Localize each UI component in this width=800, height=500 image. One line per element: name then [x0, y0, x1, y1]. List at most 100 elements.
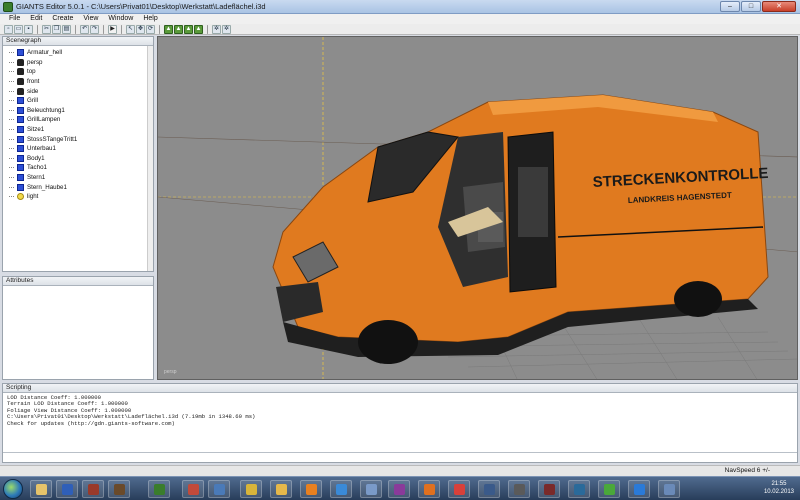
attributes-title: Attributes — [3, 277, 153, 286]
tree-connector — [9, 52, 14, 54]
scenegraph-node[interactable]: front — [9, 77, 153, 87]
snap-icon[interactable]: ✲ — [222, 24, 231, 34]
undo-icon[interactable]: ↶ — [80, 24, 89, 34]
scenegraph-node-label: light — [27, 193, 39, 201]
menu-window[interactable]: Window — [103, 14, 138, 24]
cut-icon[interactable]: ✂ — [42, 24, 51, 34]
taskbar-editor-icon[interactable] — [148, 480, 170, 498]
taskbar-monitor-icon[interactable] — [208, 480, 230, 498]
scenegraph-node-label: side — [27, 87, 39, 95]
menu-bar: File Edit Create View Window Help — [0, 14, 800, 24]
scenegraph-node-label: persp — [27, 58, 43, 66]
tree-connector — [9, 119, 14, 121]
tree-connector — [9, 186, 14, 188]
scenegraph-node[interactable]: Body1 — [9, 154, 153, 164]
start-button[interactable] — [3, 479, 23, 499]
3d-viewport[interactable]: STRECKENKONTROLLE LANDKREIS HAGENSTEDT p… — [157, 36, 798, 380]
maximize-button[interactable]: □ — [741, 1, 761, 12]
scenegraph-node[interactable]: Armatur_hell — [9, 48, 153, 58]
scenegraph-node[interactable]: persp — [9, 58, 153, 68]
taskbar-icq-icon[interactable] — [598, 480, 620, 498]
taskbar-app3-icon[interactable] — [538, 480, 560, 498]
shape-icon — [17, 97, 24, 105]
taskbar-ie-icon[interactable] — [330, 480, 352, 498]
shape-icon — [17, 164, 24, 172]
taskbar-clock[interactable]: 21:55 10.02.2013 — [764, 480, 794, 496]
minimize-button[interactable]: – — [720, 1, 740, 12]
taskbar-game-icon[interactable] — [82, 480, 104, 498]
scenegraph-node[interactable]: Tacho1 — [9, 163, 153, 173]
menu-file[interactable]: File — [4, 14, 25, 24]
scenegraph-node[interactable]: Sitze1 — [9, 125, 153, 135]
terrain-paint-icon[interactable]: ▲ — [174, 24, 183, 34]
attributes-panel: Attributes — [2, 276, 154, 380]
shape-icon — [17, 126, 24, 134]
settings-icon[interactable]: ✲ — [212, 24, 221, 34]
shape-icon — [17, 135, 24, 143]
taskbar-app-icon[interactable] — [108, 480, 130, 498]
script-command-input[interactable] — [3, 452, 797, 462]
scenegraph-node[interactable]: GrillLampen — [9, 115, 153, 125]
scenegraph-node[interactable]: Stern_Haube1 — [9, 182, 153, 192]
taskbar-teamviewer-icon[interactable] — [628, 480, 650, 498]
menu-create[interactable]: Create — [47, 14, 78, 24]
move-icon[interactable]: ✥ — [136, 24, 145, 34]
menu-edit[interactable]: Edit — [25, 14, 47, 24]
play-icon[interactable]: ▶ — [108, 24, 117, 34]
tree-connector — [9, 71, 14, 73]
select-icon[interactable]: ↖ — [126, 24, 135, 34]
taskbar-vlc-icon[interactable] — [300, 480, 322, 498]
tree-connector — [9, 100, 14, 102]
open-icon[interactable]: ▭ — [14, 24, 23, 34]
taskbar-app2-icon[interactable] — [508, 480, 530, 498]
viewport-scene: STRECKENKONTROLLE LANDKREIS HAGENSTEDT — [158, 37, 797, 379]
scenegraph-node-label: front — [27, 78, 40, 86]
camera-icon — [17, 58, 24, 66]
scenegraph-node[interactable]: side — [9, 86, 153, 96]
taskbar-mail-icon[interactable] — [360, 480, 382, 498]
foliage-paint-icon[interactable]: ▲ — [184, 24, 193, 34]
new-icon[interactable]: ▫ — [4, 24, 13, 34]
scenegraph-node[interactable]: StossSTangeTritt1 — [9, 134, 153, 144]
taskbar-winrar-icon[interactable] — [388, 480, 410, 498]
scenegraph-node-label: Stern1 — [27, 174, 46, 182]
scenegraph-node[interactable]: Beleuchtung1 — [9, 106, 153, 116]
scenegraph-node[interactable]: light — [9, 192, 153, 202]
close-button[interactable]: ✕ — [762, 1, 796, 12]
taskbar-folder-icon[interactable] — [270, 480, 292, 498]
paste-icon[interactable]: ▤ — [62, 24, 71, 34]
scenegraph-node[interactable]: Grill — [9, 96, 153, 106]
script-log: LOD Distance Coeff: 1.000000 Terrain LOD… — [3, 393, 797, 429]
taskbar-firefox-icon[interactable] — [418, 480, 440, 498]
shape-icon — [17, 116, 24, 124]
window-title: GIANTS Editor 5.0.1 - C:\Users\Privat01\… — [16, 2, 266, 11]
toolbar-separator — [207, 24, 208, 34]
taskbar-app4-icon[interactable] — [568, 480, 590, 498]
scenegraph-node[interactable]: Stern1 — [9, 173, 153, 183]
tree-connector — [9, 81, 14, 83]
taskbar-paint-icon[interactable] — [182, 480, 204, 498]
taskbar-explorer-icon[interactable] — [30, 480, 52, 498]
copy-icon[interactable]: ❐ — [52, 24, 61, 34]
taskbar-chrome-icon[interactable] — [448, 480, 470, 498]
terrain-smooth-icon[interactable]: ▲ — [194, 24, 203, 34]
scenegraph-scrollbar[interactable] — [147, 46, 153, 271]
menu-help[interactable]: Help — [138, 14, 162, 24]
taskbar-giants-icon[interactable] — [240, 480, 262, 498]
taskbar-network-icon[interactable] — [658, 480, 680, 498]
toolbar-separator — [121, 24, 122, 34]
tree-connector — [9, 148, 14, 150]
taskbar-media-icon[interactable] — [478, 480, 500, 498]
menu-view[interactable]: View — [78, 14, 103, 24]
scenegraph-node[interactable]: Unterbau1 — [9, 144, 153, 154]
rotate-icon[interactable]: ⟳ — [146, 24, 155, 34]
taskbar-word-icon[interactable] — [56, 480, 78, 498]
shape-icon — [17, 106, 24, 114]
camera-icon — [17, 78, 24, 86]
save-icon[interactable]: ▪ — [24, 24, 33, 34]
scenegraph-node[interactable]: top — [9, 67, 153, 77]
terrain-sculpt-icon[interactable]: ▲ — [164, 24, 173, 34]
toolbar-separator — [159, 24, 160, 34]
tree-connector — [9, 129, 14, 131]
redo-icon[interactable]: ↷ — [90, 24, 99, 34]
